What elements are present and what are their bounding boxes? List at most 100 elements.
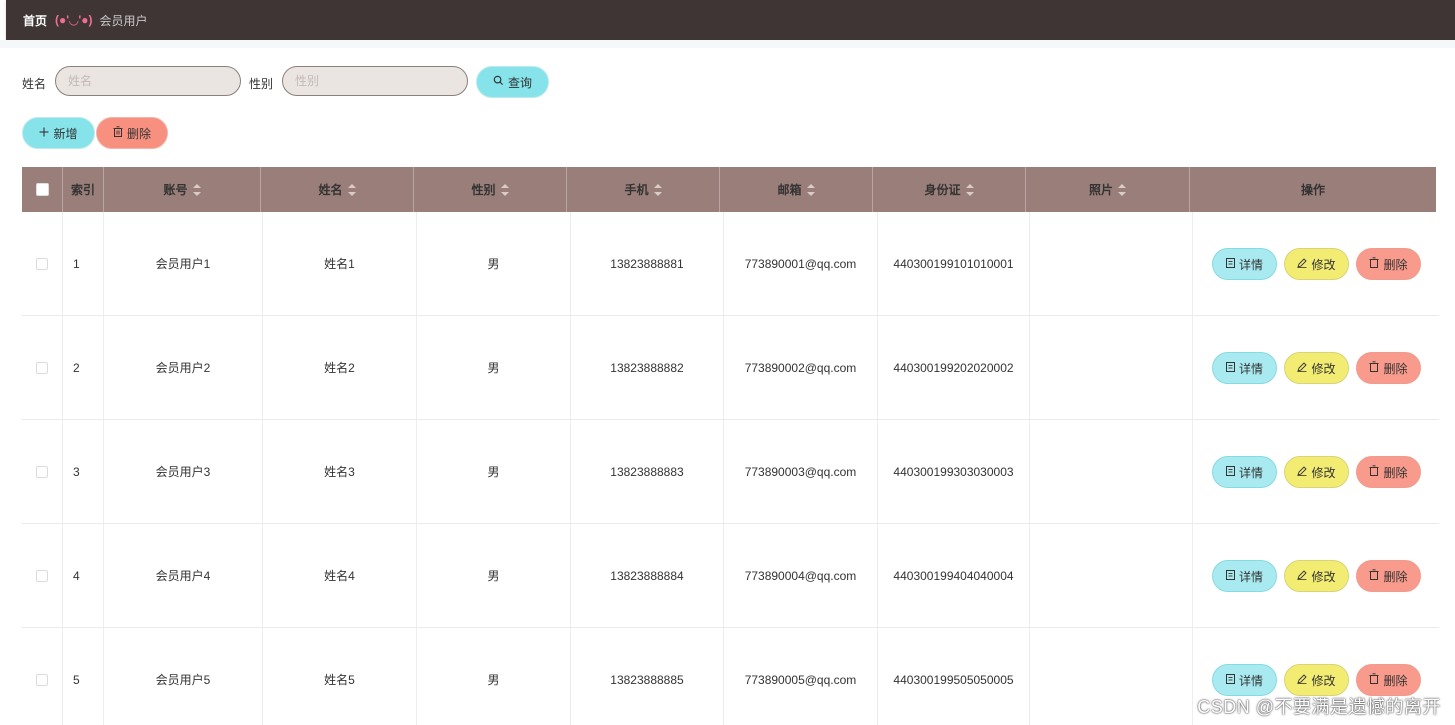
edit-button-label: 修改 bbox=[1311, 361, 1336, 376]
detail-button[interactable]: 详情 bbox=[1212, 248, 1277, 280]
header-divider bbox=[0, 40, 1455, 48]
cell-gender: 男 bbox=[417, 628, 571, 725]
batch-delete-button-label: 删除 bbox=[126, 126, 151, 141]
cell-id-card: 440300199505050005 bbox=[878, 628, 1030, 725]
edit-button-label: 修改 bbox=[1311, 673, 1336, 688]
trash-icon bbox=[1369, 465, 1379, 479]
sort-icon[interactable] bbox=[653, 183, 662, 196]
delete-button[interactable]: 删除 bbox=[1356, 352, 1421, 384]
cell-name: 姓名5 bbox=[263, 628, 417, 725]
sort-icon[interactable] bbox=[1118, 183, 1126, 196]
delete-button[interactable]: 删除 bbox=[1356, 560, 1421, 592]
column-header-label: 姓名 bbox=[318, 183, 343, 197]
edit-button[interactable]: 修改 bbox=[1284, 352, 1349, 384]
cell-email: 773890002@qq.com bbox=[724, 316, 878, 419]
edit-button[interactable]: 修改 bbox=[1284, 456, 1349, 488]
row-checkbox[interactable] bbox=[36, 569, 48, 582]
cell-actions: 详情 修改 删除 bbox=[1212, 212, 1436, 315]
cell-gender: 男 bbox=[417, 420, 571, 523]
cell-gender: 男 bbox=[417, 316, 571, 419]
column-header-actions: 操作 bbox=[1190, 167, 1436, 212]
cell-name: 姓名4 bbox=[263, 524, 417, 627]
cell-account: 会员用户3 bbox=[104, 420, 263, 523]
cell-photo bbox=[1030, 628, 1193, 725]
detail-button[interactable]: 详情 bbox=[1212, 560, 1277, 592]
detail-button-label: 详情 bbox=[1238, 257, 1263, 272]
row-checkbox[interactable] bbox=[36, 361, 48, 374]
cell-photo bbox=[1030, 420, 1193, 523]
cell-index: 5 bbox=[63, 628, 104, 725]
column-header-phone[interactable]: 手机 bbox=[567, 167, 720, 212]
column-header-account[interactable]: 账号 bbox=[104, 167, 261, 212]
breadcrumb-home[interactable]: 首页 bbox=[23, 12, 47, 29]
column-header-email[interactable]: 邮箱 bbox=[720, 167, 873, 212]
edit-button-label: 修改 bbox=[1311, 465, 1336, 480]
edit-button-label: 修改 bbox=[1311, 257, 1336, 272]
cell-email: 773890005@qq.com bbox=[724, 628, 878, 725]
trash-icon bbox=[1369, 257, 1379, 271]
delete-button-label: 删除 bbox=[1383, 465, 1408, 480]
table-header: 索引 账号 姓名 性别 手机 邮箱 身份证 照片 操作 bbox=[22, 167, 1436, 212]
trash-icon bbox=[1369, 361, 1379, 375]
sort-icon[interactable] bbox=[806, 183, 815, 196]
gender-label: 性别 bbox=[249, 77, 274, 91]
delete-button[interactable]: 删除 bbox=[1356, 456, 1421, 488]
select-all-checkbox[interactable] bbox=[35, 183, 49, 196]
column-header-gender[interactable]: 性别 bbox=[414, 167, 567, 212]
query-button[interactable]: 查询 bbox=[476, 66, 549, 98]
cell-name: 姓名1 bbox=[263, 212, 417, 315]
cell-index: 3 bbox=[63, 420, 104, 523]
row-select-cell bbox=[22, 524, 63, 627]
sort-icon[interactable] bbox=[500, 183, 509, 196]
cell-email: 773890001@qq.com bbox=[724, 212, 878, 315]
cell-name: 姓名3 bbox=[263, 420, 417, 523]
edit-button[interactable]: 修改 bbox=[1284, 560, 1349, 592]
column-header-label: 索引 bbox=[70, 183, 95, 197]
cell-email: 773890004@qq.com bbox=[724, 524, 878, 627]
delete-button[interactable]: 删除 bbox=[1356, 664, 1421, 696]
sort-icon[interactable] bbox=[192, 183, 201, 196]
sort-icon[interactable] bbox=[347, 183, 356, 196]
edit-button[interactable]: 修改 bbox=[1284, 248, 1349, 280]
gender-search-input[interactable] bbox=[282, 66, 468, 96]
cell-photo bbox=[1030, 524, 1193, 627]
row-checkbox[interactable] bbox=[36, 257, 48, 270]
table-row: 4 会员用户4 姓名4 男 13823888884 773890004@qq.c… bbox=[22, 524, 1439, 628]
pencil-icon bbox=[1297, 257, 1308, 271]
watermark: CSDN @不要满是遗憾的离开 bbox=[1197, 697, 1441, 717]
row-select-cell bbox=[22, 628, 63, 725]
cell-id-card: 440300199101010001 bbox=[878, 212, 1030, 315]
add-button[interactable]: 新增 bbox=[22, 117, 95, 149]
row-checkbox[interactable] bbox=[36, 465, 48, 478]
add-button-label: 新增 bbox=[53, 126, 78, 141]
plus-icon bbox=[39, 127, 49, 140]
cell-photo bbox=[1030, 316, 1193, 419]
detail-button[interactable]: 详情 bbox=[1212, 456, 1277, 488]
detail-button[interactable]: 详情 bbox=[1212, 664, 1277, 696]
column-header-name[interactable]: 姓名 bbox=[261, 167, 414, 212]
column-header-label: 身份证 bbox=[924, 183, 961, 197]
breadcrumb-current: 会员用户 bbox=[99, 13, 148, 28]
edit-button-label: 修改 bbox=[1311, 569, 1336, 584]
pencil-icon bbox=[1297, 569, 1308, 583]
edit-button[interactable]: 修改 bbox=[1284, 664, 1349, 696]
delete-button-label: 删除 bbox=[1383, 673, 1408, 688]
table-row: 3 会员用户3 姓名3 男 13823888883 773890003@qq.c… bbox=[22, 420, 1439, 524]
query-button-label: 查询 bbox=[507, 75, 532, 90]
batch-delete-button[interactable]: 删除 bbox=[96, 117, 168, 149]
sort-icon[interactable] bbox=[965, 183, 974, 196]
cell-id-card: 440300199404040004 bbox=[878, 524, 1030, 627]
name-search-input[interactable] bbox=[55, 66, 241, 96]
cell-account: 会员用户5 bbox=[104, 628, 263, 725]
detail-button[interactable]: 详情 bbox=[1212, 352, 1277, 384]
column-header-id-card[interactable]: 身份证 bbox=[873, 167, 1026, 212]
table-row: 2 会员用户2 姓名2 男 13823888882 773890002@qq.c… bbox=[22, 316, 1439, 420]
cell-id-card: 440300199303030003 bbox=[878, 420, 1030, 523]
column-header-label: 账号 bbox=[163, 183, 188, 197]
delete-button-label: 删除 bbox=[1383, 257, 1408, 272]
delete-button[interactable]: 删除 bbox=[1356, 248, 1421, 280]
column-header-photo[interactable]: 照片 bbox=[1026, 167, 1190, 212]
pencil-icon bbox=[1297, 361, 1308, 375]
cell-index: 2 bbox=[63, 316, 104, 419]
row-checkbox[interactable] bbox=[36, 673, 48, 686]
